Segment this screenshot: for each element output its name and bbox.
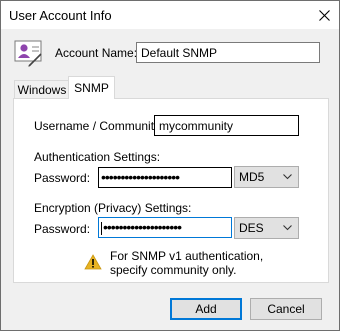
title-bar: User Account Info xyxy=(1,1,339,29)
cancel-button[interactable]: Cancel xyxy=(250,298,322,320)
auth-section-label: Authentication Settings: xyxy=(34,150,161,164)
enc-protocol-select[interactable]: DES xyxy=(234,217,299,239)
enc-password-label: Password: xyxy=(34,222,91,236)
tab-windows[interactable]: Windows xyxy=(14,80,70,99)
snmp-v1-note-line1: For SNMP v1 authentication, xyxy=(110,249,264,263)
account-name-label: Account Name: xyxy=(55,46,138,60)
dialog-title: User Account Info xyxy=(9,8,112,23)
tab-snmp[interactable]: SNMP xyxy=(68,76,115,99)
enc-protocol-value: DES xyxy=(239,221,264,235)
chevron-down-icon xyxy=(283,174,292,180)
auth-protocol-value: MD5 xyxy=(239,170,265,184)
close-icon xyxy=(318,9,330,21)
community-label: Username / Community: xyxy=(34,119,164,133)
account-name-field[interactable]: Default SNMP xyxy=(136,42,320,63)
auth-password-label: Password: xyxy=(34,171,91,185)
encryption-section-label: Encryption (Privacy) Settings: xyxy=(34,201,192,215)
auth-password-field[interactable]: •••••••••••••••••••• xyxy=(98,167,232,188)
warning-icon xyxy=(84,254,102,270)
chevron-down-icon xyxy=(283,225,292,231)
add-button[interactable]: Add xyxy=(170,298,242,320)
user-card-icon xyxy=(14,40,42,67)
user-account-dialog: User Account Info Account Name: Default … xyxy=(0,0,340,331)
enc-password-value: •••••••••••••••••••• xyxy=(103,219,182,235)
enc-password-field[interactable]: •••••••••••••••••••• xyxy=(98,217,232,238)
close-button[interactable] xyxy=(309,1,339,29)
community-field[interactable]: mycommunity xyxy=(154,115,299,136)
text-caret xyxy=(101,221,102,235)
auth-protocol-select[interactable]: MD5 xyxy=(234,166,299,188)
snmp-v1-note-line2: specify community only. xyxy=(110,263,237,277)
